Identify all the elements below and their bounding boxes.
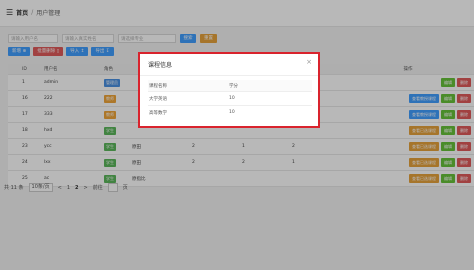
table-row: 大学英语 10	[148, 91, 312, 106]
course-credit: 10	[228, 105, 312, 119]
column-header: 课程名称	[148, 80, 228, 92]
course-table: 课程名称 学分 大学英语 10 高等数学 10	[148, 80, 312, 119]
column-header: 学分	[228, 80, 312, 92]
modal-backdrop[interactable]	[0, 0, 474, 270]
course-info-dialog: 课程信息 × 课程名称 学分 大学英语 10 高等数学 10	[138, 52, 320, 128]
dialog-title: 课程信息	[148, 62, 173, 69]
dialog-divider	[140, 75, 318, 76]
course-name: 高等数学	[148, 105, 228, 119]
course-table-header: 课程名称 学分	[148, 80, 312, 92]
course-credit: 10	[228, 91, 312, 106]
close-icon[interactable]: ×	[306, 58, 312, 66]
table-row: 高等数学 10	[148, 105, 312, 119]
course-name: 大学英语	[148, 91, 228, 106]
